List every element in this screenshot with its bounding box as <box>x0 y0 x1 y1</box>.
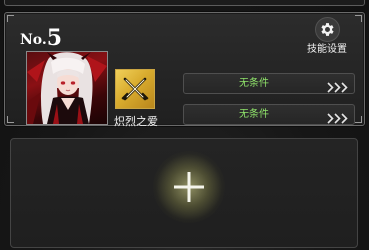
card-corner-ornament <box>355 15 362 22</box>
condition-button-2[interactable]: 无条件 <box>183 104 355 125</box>
loadout-screen: No.5 技能设置 炽烈之爱 无条件 无条件 <box>0 0 369 250</box>
condition-button-1[interactable]: 无条件 <box>183 73 355 94</box>
plus-icon <box>171 169 207 209</box>
slot-number: No.5 <box>20 24 63 51</box>
character-portrait[interactable] <box>26 51 108 125</box>
skill-settings-label: 技能设置 <box>307 44 347 55</box>
triple-chevron-right-icon <box>327 109 349 128</box>
gear-icon <box>315 17 340 42</box>
card-corner-ornament <box>355 116 362 123</box>
skill-name: 炽烈之爱 <box>114 115 158 128</box>
empty-slot-add-button[interactable] <box>10 138 358 248</box>
skill-settings-button[interactable]: 技能设置 <box>300 17 354 55</box>
condition-label: 无条件 <box>239 78 269 89</box>
slot-number-prefix: No. <box>20 32 47 48</box>
loadout-slot-card: No.5 技能设置 炽烈之爱 无条件 无条件 <box>4 12 365 128</box>
skill-badge[interactable] <box>115 69 155 109</box>
triple-chevron-right-icon <box>327 78 349 97</box>
slot-number-value: 5 <box>46 25 63 51</box>
crossed-swords-icon <box>121 77 149 101</box>
previous-slot-card[interactable] <box>4 0 365 6</box>
character-portrait-art <box>27 52 107 124</box>
card-corner-ornament <box>7 15 14 22</box>
card-corner-ornament <box>7 116 14 123</box>
condition-label: 无条件 <box>239 109 269 120</box>
